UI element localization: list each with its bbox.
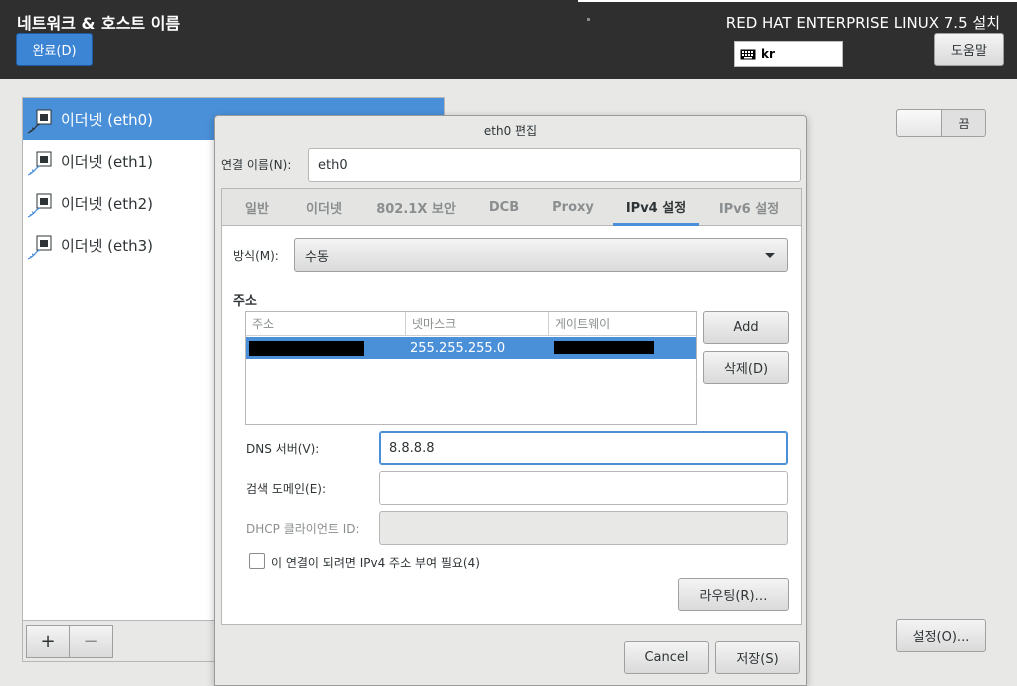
header-dot (587, 18, 590, 21)
tab-dcb[interactable]: DCB (478, 189, 530, 226)
table-row[interactable]: 255.255.255.0 (246, 337, 696, 359)
tab-ipv4-settings[interactable]: IPv4 설정 (613, 189, 699, 226)
remove-device-button[interactable]: − (69, 625, 113, 658)
delete-address-button[interactable]: 삭제(D) (703, 351, 789, 384)
dns-servers-label: DNS 서버(V): (246, 442, 320, 456)
tab-proxy[interactable]: Proxy (542, 189, 604, 226)
cancel-button[interactable]: Cancel (624, 641, 709, 674)
settings-button[interactable]: 설정(O)... (896, 619, 986, 652)
require-ipv4-label[interactable]: 이 연결이 되려면 IPv4 주소 부여 필요(4) (271, 554, 480, 571)
redacted-address (249, 341, 364, 356)
page-title: 네트워크 & 호스트 이름 (17, 14, 181, 33)
network-wired-icon (27, 193, 52, 218)
connection-name-input[interactable]: eth0 (308, 148, 801, 182)
netmask-cell: 255.255.255.0 (410, 340, 506, 356)
add-device-button[interactable]: + (26, 625, 70, 658)
dns-servers-input[interactable]: 8.8.8.8 (379, 431, 788, 465)
method-label: 방식(M): (233, 249, 279, 263)
redacted-gateway (554, 341, 654, 354)
method-select[interactable]: 수동 (294, 238, 788, 272)
keyboard-icon (740, 49, 756, 59)
tab-general[interactable]: 일반 (234, 189, 280, 226)
device-label: 이더넷 (eth3) (61, 236, 154, 255)
tab-8021x-security[interactable]: 802.1X 보안 (368, 189, 464, 226)
method-value: 수동 (305, 249, 329, 265)
keyboard-layout-label: kr (761, 47, 775, 61)
top-bar: 네트워크 & 호스트 이름 완료(D) RED HAT ENTERPRISE L… (0, 0, 1017, 79)
settings-notebook: 일반 이더넷 802.1X 보안 DCB Proxy IPv4 설정 IPv6 … (221, 188, 802, 625)
header-strip (578, 0, 1017, 2)
edit-connection-dialog: eth0 편집 연결 이름(N): eth0 일반 이더넷 802.1X 보안 … (214, 115, 807, 686)
network-wired-icon (27, 235, 52, 260)
tab-bar: 일반 이더넷 802.1X 보안 DCB Proxy IPv4 설정 IPv6 … (222, 189, 801, 226)
column-header-gateway[interactable]: 게이트웨이 (549, 312, 696, 336)
dialog-title: eth0 편집 (483, 124, 538, 138)
address-section-title: 주소 (233, 294, 257, 309)
toggle-state-label: 끔 (958, 116, 970, 131)
device-label: 이더넷 (eth2) (61, 194, 154, 213)
address-table: 주소 넷마스크 게이트웨이 255.255.255.0 (245, 311, 697, 425)
done-button[interactable]: 완료(D) (16, 33, 93, 66)
save-button[interactable]: 저장(S) (715, 641, 800, 674)
dropdown-arrow-icon (765, 253, 775, 258)
dhcp-client-id-label: DHCP 클라이언트 ID: (246, 522, 360, 536)
product-name: RED HAT ENTERPRISE LINUX 7.5 설치 (725, 14, 1000, 32)
search-domains-input[interactable] (379, 471, 788, 505)
device-label: 이더넷 (eth0) (61, 110, 154, 129)
device-toggle[interactable]: 끔 (896, 109, 986, 137)
keyboard-layout-indicator[interactable]: kr (734, 41, 843, 67)
require-ipv4-checkbox[interactable] (249, 553, 265, 569)
network-wired-icon (27, 151, 52, 176)
connection-name-label: 연결 이름(N): (221, 158, 292, 172)
toggle-knob (897, 110, 942, 136)
dhcp-client-id-input (379, 511, 788, 545)
device-label: 이더넷 (eth1) (61, 152, 154, 171)
column-header-address[interactable]: 주소 (246, 312, 406, 336)
tab-ethernet[interactable]: 이더넷 (292, 189, 356, 226)
network-wired-icon (27, 109, 52, 134)
search-domains-label: 검색 도메인(E): (246, 482, 327, 496)
routes-button[interactable]: 라우팅(R)… (678, 578, 789, 611)
column-header-netmask[interactable]: 넷마스크 (406, 312, 549, 336)
help-button[interactable]: 도움말 (934, 33, 1004, 66)
tab-ipv6-settings[interactable]: IPv6 설정 (708, 189, 790, 226)
add-address-button[interactable]: Add (703, 311, 789, 344)
